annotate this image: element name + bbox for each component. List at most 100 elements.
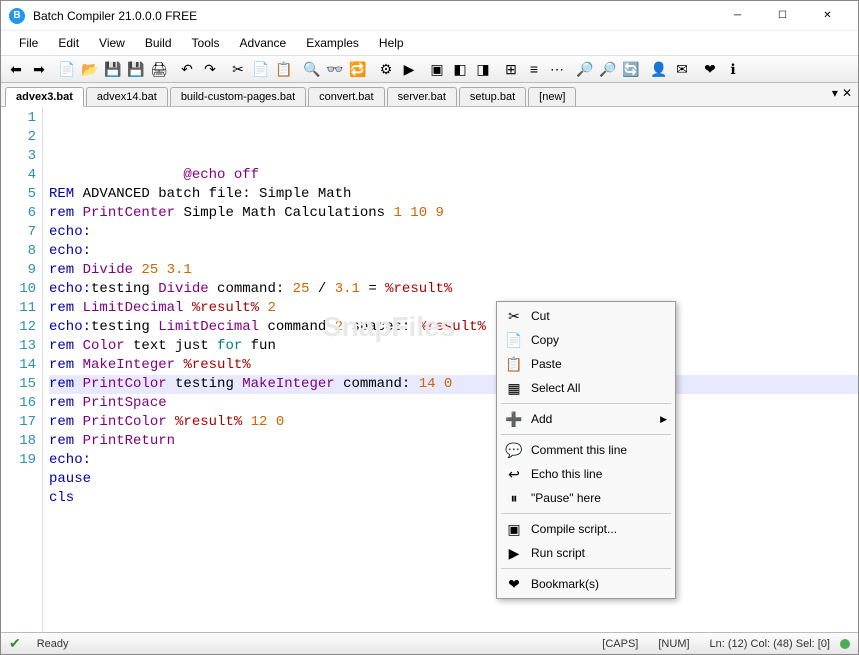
code-line[interactable]: rem PrintReturn bbox=[49, 432, 858, 451]
context-cut[interactable]: ✂Cut bbox=[499, 304, 673, 328]
toolbar-mail-icon[interactable]: ✉ bbox=[671, 58, 693, 80]
code-line[interactable]: echo: bbox=[49, 451, 858, 470]
menu-view[interactable]: View bbox=[89, 33, 135, 53]
toolbar-separator bbox=[222, 58, 226, 80]
toolbar-paste-icon[interactable]: 📋 bbox=[273, 58, 295, 80]
context-separator bbox=[501, 568, 671, 569]
code-line[interactable]: echo: bbox=[49, 242, 858, 261]
bookmarks-icon: ❤ bbox=[503, 576, 525, 593]
toolbar-about-icon[interactable]: ℹ bbox=[722, 58, 744, 80]
close-button[interactable]: ✕ bbox=[805, 2, 850, 30]
toolbar-save-icon[interactable]: 💾 bbox=[102, 58, 124, 80]
menu-advance[interactable]: Advance bbox=[230, 33, 297, 53]
toolbar-save-all-icon[interactable]: 💾 bbox=[125, 58, 147, 80]
toolbar-new-file-icon[interactable]: 📄 bbox=[56, 58, 78, 80]
menu-file[interactable]: File bbox=[9, 33, 48, 53]
toolbar-bookmark-icon[interactable]: ❤ bbox=[699, 58, 721, 80]
menu-examples[interactable]: Examples bbox=[296, 33, 369, 53]
tab--new-[interactable]: [new] bbox=[528, 87, 576, 106]
titlebar: B Batch Compiler 21.0.0.0 FREE ─ ☐ ✕ bbox=[1, 1, 858, 31]
toolbar-find-next-icon[interactable]: 👓 bbox=[324, 58, 346, 80]
toolbar-find-icon[interactable]: 🔍 bbox=[301, 58, 323, 80]
minimize-button[interactable]: ─ bbox=[715, 2, 760, 30]
code-line[interactable]: rem PrintColor testing MakeInteger comma… bbox=[49, 375, 858, 394]
code-line[interactable]: echo:testing Divide command: 25 / 3.1 = … bbox=[49, 280, 858, 299]
tab-convert-bat[interactable]: convert.bat bbox=[308, 87, 384, 106]
menu-edit[interactable]: Edit bbox=[48, 33, 89, 53]
context-bookmarks[interactable]: ❤Bookmark(s) bbox=[499, 572, 673, 596]
toolbar-zoom-out-icon[interactable]: 🔎 bbox=[597, 58, 619, 80]
menu-build[interactable]: Build bbox=[135, 33, 182, 53]
maximize-button[interactable]: ☐ bbox=[760, 2, 805, 30]
code-line[interactable]: rem PrintCenter Simple Math Calculations… bbox=[49, 204, 858, 223]
toolbar-replace-icon[interactable]: 🔁 bbox=[347, 58, 369, 80]
code-line[interactable]: REM ADVANCED batch file: Simple Math bbox=[49, 185, 858, 204]
toolbar-panel1-icon[interactable]: ◧ bbox=[449, 58, 471, 80]
code-line[interactable]: echo:testing LimitDecimal command 2 spac… bbox=[49, 318, 858, 337]
context-separator bbox=[501, 403, 671, 404]
status-num: [NUM] bbox=[648, 638, 699, 650]
context-paste[interactable]: 📋Paste bbox=[499, 352, 673, 376]
code-line[interactable]: echo: bbox=[49, 223, 858, 242]
context-label: Select All bbox=[525, 381, 673, 395]
toolbar-zoom-reset-icon[interactable]: 🔄 bbox=[620, 58, 642, 80]
context-add[interactable]: ➕Add▶ bbox=[499, 407, 673, 431]
toolbar-compile-icon[interactable]: ⚙ bbox=[375, 58, 397, 80]
code-line[interactable]: rem PrintSpace bbox=[49, 394, 858, 413]
code-line[interactable]: rem Divide 25 3.1 bbox=[49, 261, 858, 280]
code-line[interactable]: rem MakeInteger %result% bbox=[49, 356, 858, 375]
code-line[interactable] bbox=[49, 508, 858, 527]
toolbar-undo-icon[interactable]: ↶ bbox=[176, 58, 198, 80]
toolbar-print-icon[interactable]: 🖨 bbox=[148, 58, 170, 80]
code-line[interactable]: @echo off bbox=[49, 166, 858, 185]
menubar: FileEditViewBuildToolsAdvanceExamplesHel… bbox=[1, 31, 858, 55]
toolbar-forward-icon[interactable]: ➡ bbox=[28, 58, 50, 80]
context-select-all[interactable]: ▦Select All bbox=[499, 376, 673, 400]
context-pause-here[interactable]: ⏸"Pause" here bbox=[499, 486, 673, 510]
toolbar-copy-icon[interactable]: 📄 bbox=[250, 58, 272, 80]
context-comment-line[interactable]: 💬Comment this line bbox=[499, 438, 673, 462]
context-compile-script[interactable]: ▣Compile script... bbox=[499, 517, 673, 541]
code-area[interactable]: SnapFiles @echo offREM ADVANCED batch fi… bbox=[43, 107, 858, 632]
toolbar-redo-icon[interactable]: ↷ bbox=[199, 58, 221, 80]
line-number: 2 bbox=[1, 128, 42, 147]
tab-build-custom-pages-bat[interactable]: build-custom-pages.bat bbox=[170, 87, 306, 106]
toolbar-run-icon[interactable]: ▶ bbox=[398, 58, 420, 80]
line-number: 3 bbox=[1, 147, 42, 166]
pause-here-icon: ⏸ bbox=[503, 490, 525, 507]
tab-setup-bat[interactable]: setup.bat bbox=[459, 87, 526, 106]
code-line[interactable]: rem LimitDecimal %result% 2 bbox=[49, 299, 858, 318]
toolbar-user-icon[interactable]: 👤 bbox=[648, 58, 670, 80]
toolbar-back-icon[interactable]: ⬅ bbox=[5, 58, 27, 80]
code-line[interactable]: rem PrintColor %result% 12 0 bbox=[49, 413, 858, 432]
context-label: Echo this line bbox=[525, 467, 673, 481]
line-number: 5 bbox=[1, 185, 42, 204]
toolbar: ⬅➡📄📂💾💾🖨↶↷✂📄📋🔍👓🔁⚙▶▣◧◨⊞≡⋯🔎🔎🔄👤✉❤ℹ bbox=[1, 55, 858, 83]
context-copy[interactable]: 📄Copy bbox=[499, 328, 673, 352]
code-editor[interactable]: 12345678910111213141516171819 SnapFiles … bbox=[1, 107, 858, 632]
toolbar-grid-icon[interactable]: ⊞ bbox=[500, 58, 522, 80]
toolbar-separator bbox=[296, 58, 300, 80]
toolbar-build-icon[interactable]: ▣ bbox=[426, 58, 448, 80]
tab-close-icon[interactable]: ✕ bbox=[842, 86, 852, 100]
toolbar-whitespace-icon[interactable]: ⋯ bbox=[546, 58, 568, 80]
code-line[interactable]: cls bbox=[49, 489, 858, 508]
toolbar-panel2-icon[interactable]: ◨ bbox=[472, 58, 494, 80]
toolbar-wrap-icon[interactable]: ≡ bbox=[523, 58, 545, 80]
tab-dropdown-icon[interactable]: ▾ bbox=[832, 86, 838, 100]
toolbar-open-icon[interactable]: 📂 bbox=[79, 58, 101, 80]
code-line[interactable]: pause bbox=[49, 470, 858, 489]
tab-advex14-bat[interactable]: advex14.bat bbox=[86, 87, 168, 106]
line-number: 10 bbox=[1, 280, 42, 299]
context-run-script[interactable]: ▶Run script bbox=[499, 541, 673, 565]
menu-tools[interactable]: Tools bbox=[182, 33, 230, 53]
line-number: 6 bbox=[1, 204, 42, 223]
toolbar-zoom-in-icon[interactable]: 🔎 bbox=[574, 58, 596, 80]
tab-server-bat[interactable]: server.bat bbox=[387, 87, 457, 106]
tab-advex3-bat[interactable]: advex3.bat bbox=[5, 87, 84, 107]
context-echo-line[interactable]: ↩Echo this line bbox=[499, 462, 673, 486]
menu-help[interactable]: Help bbox=[369, 33, 414, 53]
toolbar-cut-icon[interactable]: ✂ bbox=[227, 58, 249, 80]
code-line[interactable]: rem Color text just for fun bbox=[49, 337, 858, 356]
line-number: 7 bbox=[1, 223, 42, 242]
